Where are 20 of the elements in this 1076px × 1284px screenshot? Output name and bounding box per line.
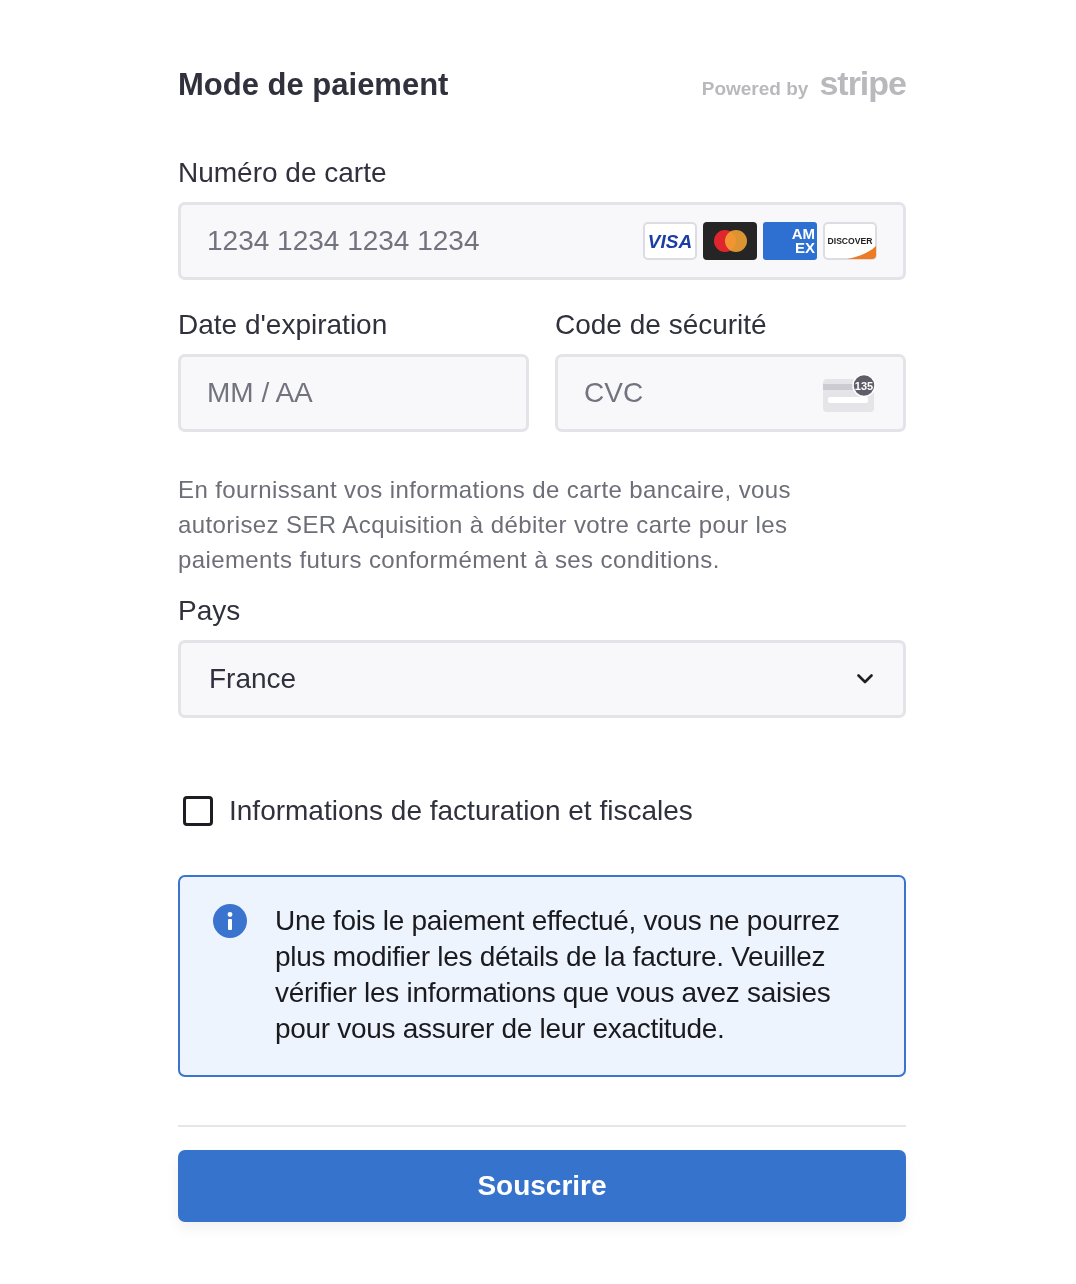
powered-by-label: Powered by [701,78,809,100]
country-select[interactable]: France [178,640,906,718]
checkbox-label[interactable]: Informations de facturation et fiscales [229,794,693,828]
field-label: Code de sécurité [555,308,768,342]
field-label: Numéro de carte [178,156,388,190]
checkbox[interactable] [183,796,213,826]
visa-logo: VISA [643,222,697,260]
subscribe-button[interactable]: Souscrire [178,1150,906,1222]
expiry-field[interactable]: MM / AA [178,354,529,432]
field-label: Date d'expiration [178,308,389,342]
stripe-logo: stripe [819,64,906,102]
notice-text: Une fois le paiement effectué, vous ne pourrez plus modifier les détails de la facture. Veuillez vérifier les informations que vous avez saisies pour vous assurer de leur exactitude. [275,904,841,1046]
info-icon [213,904,247,938]
card-circles-icon [703,222,757,260]
discover-logo: DISCOVER [823,222,877,260]
amex-logo: AM EX [763,222,817,260]
field-label: Pays [178,594,242,628]
chevron-down-icon [857,674,873,684]
section-title: Mode de paiement [178,66,449,104]
mandate-text: En fournissant vos informations de carte bancaire, vous autorisez SER Acquisition à débiter votre carte pour les paiements futurs conformément à ses conditions. [178,475,792,575]
